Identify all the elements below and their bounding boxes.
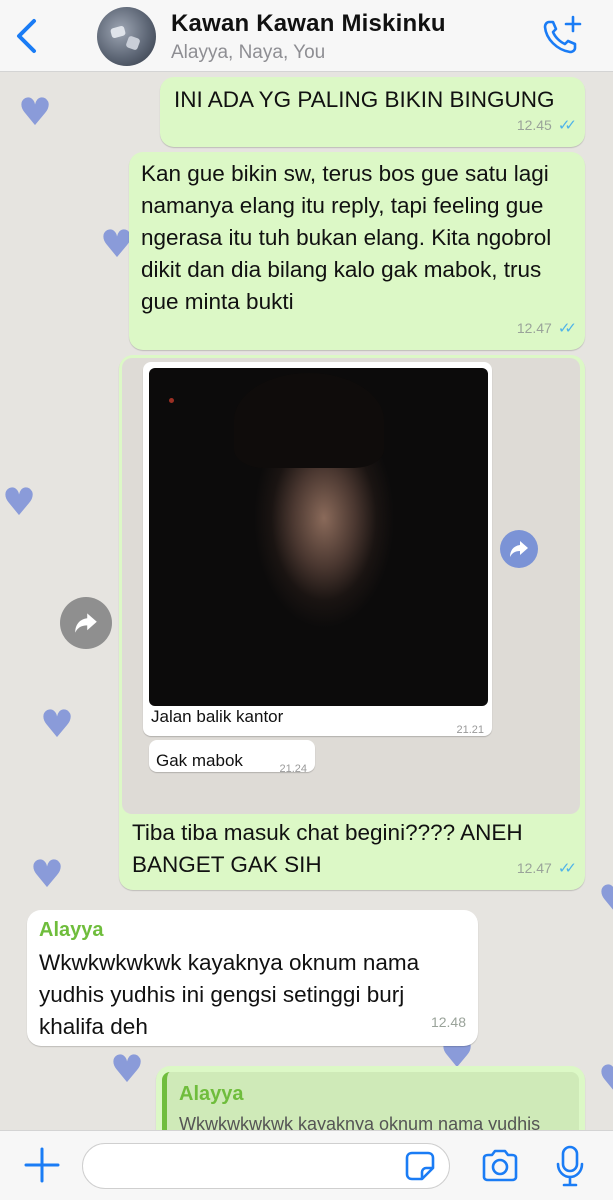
plus-icon[interactable] xyxy=(22,1145,62,1185)
read-ticks-icon: ✓✓ xyxy=(557,859,577,877)
inner-message-time: 21.24 xyxy=(279,763,307,775)
message-text: INI ADA YG PALING BIKIN BINGUNG xyxy=(174,87,555,112)
quoted-message[interactable]: Alayya Wkwkwkwkwk kayaknya oknum nama yu… xyxy=(162,1072,579,1130)
inner-message-text: Gak mabok xyxy=(156,751,243,770)
camera-icon[interactable] xyxy=(480,1148,520,1184)
screenshot-image[interactable]: Jalan balik kantor 21.21 Gak mabok 21.24 xyxy=(122,358,580,814)
compose-bar xyxy=(0,1130,613,1200)
back-chevron-icon[interactable] xyxy=(12,18,42,54)
microphone-icon[interactable] xyxy=(553,1144,587,1188)
photo-time: 21.21 xyxy=(456,724,484,736)
outgoing-message[interactable]: Kan gue bikin sw, terus bos gue satu lag… xyxy=(129,152,585,350)
message-time: 12.48 xyxy=(430,1014,466,1030)
forward-button[interactable] xyxy=(60,597,112,649)
message-text: Kan gue bikin sw, terus bos gue satu lag… xyxy=(141,161,552,314)
wallpaper-heart-icon: ♥ xyxy=(18,90,53,134)
outgoing-reply-message[interactable]: Alayya Wkwkwkwkwk kayaknya oknum nama yu… xyxy=(156,1066,585,1130)
inner-received-message: Gak mabok 21.24 xyxy=(149,740,315,775)
message-text: Tiba tiba masuk chat begini???? ANEH BAN… xyxy=(132,820,523,877)
read-ticks-icon: ✓✓ xyxy=(557,116,577,134)
inner-forward-icon xyxy=(500,530,538,568)
wallpaper-heart-icon: ♥ xyxy=(598,877,613,921)
message-input[interactable] xyxy=(82,1143,450,1189)
sender-name[interactable]: Alayya xyxy=(39,914,466,946)
dark-selfie-photo xyxy=(149,368,488,706)
wallpaper-heart-icon: ♥ xyxy=(110,1047,145,1091)
group-avatar[interactable] xyxy=(97,7,156,66)
wallpaper-heart-icon: ♥ xyxy=(30,852,65,896)
wallpaper-heart-icon: ♥ xyxy=(2,480,37,524)
photo-message-card: Jalan balik kantor 21.21 xyxy=(143,362,492,736)
wallpaper-heart-icon: ♥ xyxy=(40,702,75,746)
incoming-message[interactable]: Alayya Wkwkwkwkwk kayaknya oknum nama yu… xyxy=(27,910,478,1046)
outgoing-message[interactable]: INI ADA YG PALING BIKIN BINGUNG 12.45 ✓✓ xyxy=(160,77,585,147)
message-text: Wkwkwkwkwk kayaknya oknum nama yudhis yu… xyxy=(39,950,420,1039)
forward-arrow-icon xyxy=(75,613,97,633)
message-meta: 12.47 ✓✓ xyxy=(516,852,577,884)
wallpaper-heart-icon: ♥ xyxy=(598,1057,613,1101)
chat-participants[interactable]: Alayya, Naya, You xyxy=(171,42,325,64)
message-time: 12.47 xyxy=(516,860,552,876)
chat-area[interactable]: ♥ ♥ ♥ ♥ ♥ ♥ ♥ ♥ ♥ ♥ ♥ INI ADA YG PALING … xyxy=(0,72,613,1130)
quoted-text: Wkwkwkwkwk kayaknya oknum nama yudhis xyxy=(179,1114,541,1130)
outgoing-image-message[interactable]: Jalan balik kantor 21.21 Gak mabok 21.24… xyxy=(119,355,585,890)
chat-header: Kawan Kawan Miskinku Alayya, Naya, You xyxy=(0,0,613,72)
photo-caption: Jalan balik kantor xyxy=(151,707,284,726)
add-call-icon[interactable] xyxy=(540,14,584,58)
chat-title[interactable]: Kawan Kawan Miskinku xyxy=(171,10,446,38)
message-time: 12.47 xyxy=(516,320,552,336)
quoted-sender: Alayya xyxy=(179,1083,244,1105)
message-meta: 12.47 ✓✓ xyxy=(516,312,577,344)
sticker-icon[interactable] xyxy=(404,1150,436,1182)
message-meta: 12.45 ✓✓ xyxy=(516,109,577,141)
message-time: 12.45 xyxy=(516,117,552,133)
read-ticks-icon: ✓✓ xyxy=(557,319,577,337)
